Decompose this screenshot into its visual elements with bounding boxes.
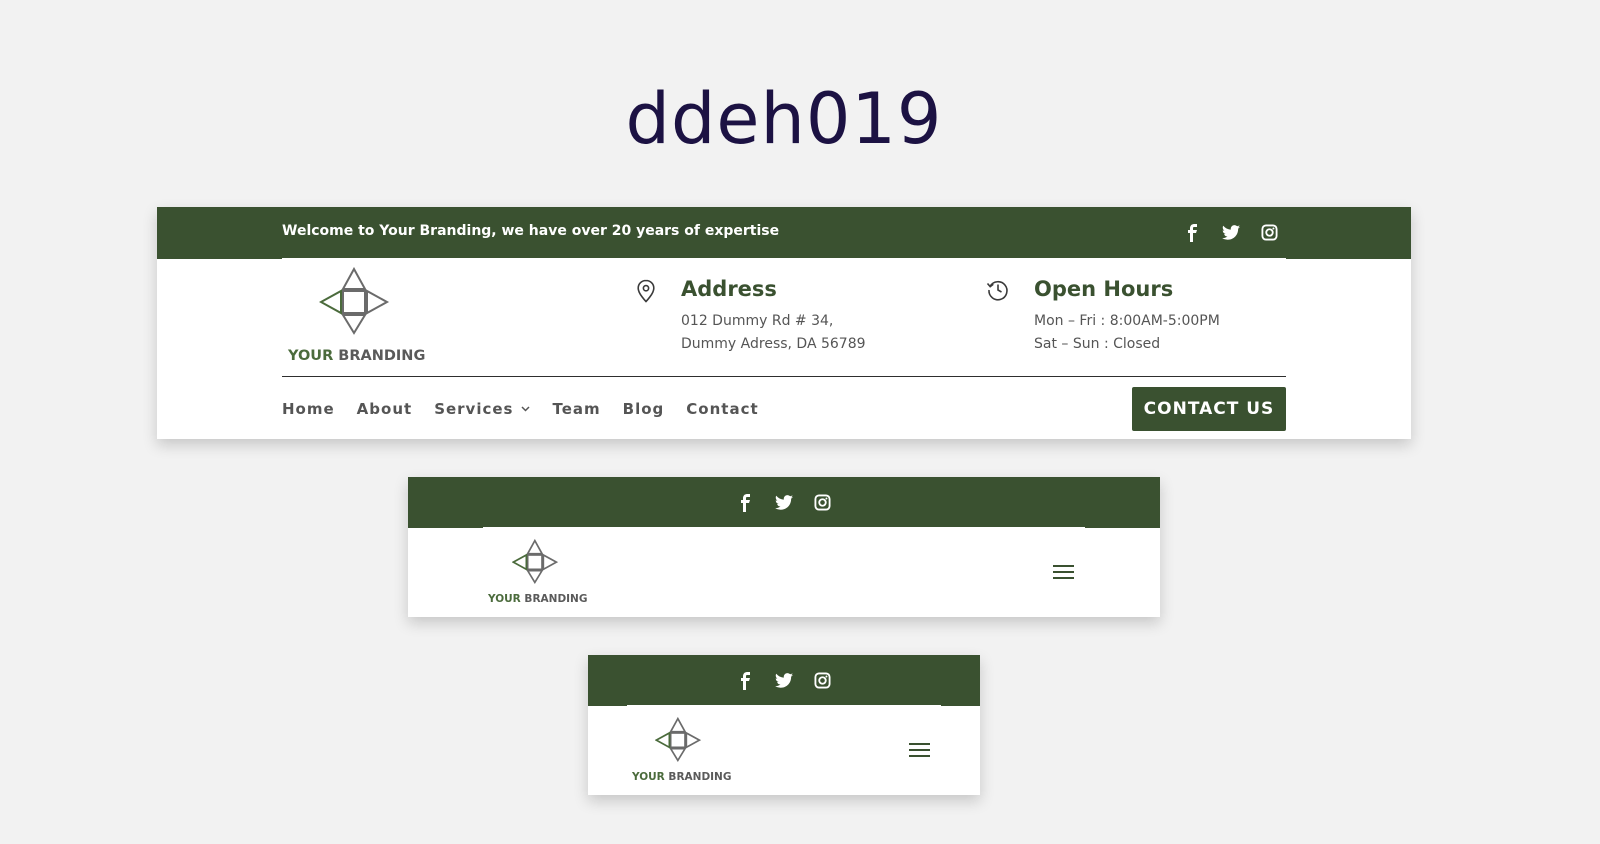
map-pin-icon (636, 279, 656, 307)
tablet-topbar (408, 477, 1160, 528)
brand-logo[interactable] (319, 267, 391, 335)
hamburger-menu-icon[interactable] (1053, 564, 1074, 584)
topbar-content-edge (282, 258, 1286, 259)
mobile-topbar-content-edge (627, 705, 941, 706)
mobile-social-links (734, 670, 833, 691)
desktop-topbar: Welcome to Your Branding, we have over 2… (157, 207, 1411, 259)
nav-item-services[interactable]: Services (434, 400, 531, 418)
logo-mark-icon (512, 538, 559, 585)
topbar-welcome-text: Welcome to Your Branding, we have over 2… (282, 223, 780, 239)
hours-title: Open Hours (1034, 277, 1174, 301)
nav-item-services-label: Services (434, 400, 514, 418)
chevron-down-icon (521, 406, 531, 412)
nav-item-team[interactable]: Team (552, 400, 600, 418)
logo-text-accent: YOUR (632, 771, 665, 783)
clock-history-icon (986, 278, 1010, 306)
tablet-topbar-content-edge (483, 527, 1085, 528)
twitter-icon[interactable] (773, 492, 794, 513)
logo-text-rest: BRANDING (664, 771, 732, 783)
hours-line-1: Mon – Fri : 8:00AM-5:00PM (1034, 313, 1220, 329)
nav-item-about[interactable]: About (357, 400, 413, 418)
logo-text-accent: YOUR (488, 593, 521, 605)
address-line-2: Dummy Adress, DA 56789 (681, 336, 866, 352)
tablet-brand-logo-text: YOUR BRANDING (488, 593, 587, 605)
header-divider (282, 376, 1286, 377)
mobile-brand-logo[interactable] (655, 716, 702, 763)
instagram-icon[interactable] (1259, 222, 1280, 243)
address-line-1: 012 Dummy Rd # 34, (681, 313, 834, 329)
logo-text-rest: BRANDING (333, 348, 426, 364)
page-title: ddeh019 (625, 78, 943, 160)
brand-logo-text: YOUR BRANDING (288, 348, 425, 364)
twitter-icon[interactable] (773, 670, 794, 691)
contact-us-button[interactable]: CONTACT US (1132, 387, 1286, 431)
nav-item-blog[interactable]: Blog (623, 400, 665, 418)
logo-mark-icon (319, 267, 390, 335)
tablet-social-links (734, 492, 833, 513)
desktop-header-preview: Welcome to Your Branding, we have over 2… (157, 207, 1411, 439)
logo-text-accent: YOUR (288, 348, 334, 364)
mobile-brand-logo-text: YOUR BRANDING (632, 771, 731, 783)
facebook-icon[interactable] (734, 492, 755, 513)
instagram-icon[interactable] (812, 492, 833, 513)
hours-line-2: Sat – Sun : Closed (1034, 336, 1161, 352)
instagram-icon[interactable] (812, 670, 833, 691)
logo-mark-icon (655, 716, 702, 763)
twitter-icon[interactable] (1220, 222, 1241, 243)
tablet-brand-logo[interactable] (512, 538, 559, 585)
facebook-icon[interactable] (1181, 222, 1202, 243)
logo-text-rest: BRANDING (520, 593, 588, 605)
nav-item-home[interactable]: Home (282, 400, 335, 418)
main-nav: Home About Services Team Blog Contact (282, 400, 781, 418)
address-title: Address (681, 277, 777, 301)
social-links (1181, 222, 1280, 243)
tablet-header-preview: YOUR BRANDING (408, 477, 1160, 617)
hamburger-menu-icon[interactable] (909, 742, 930, 762)
nav-item-contact[interactable]: Contact (686, 400, 758, 418)
facebook-icon[interactable] (734, 670, 755, 691)
mobile-topbar (588, 655, 980, 706)
mobile-header-preview: YOUR BRANDING (588, 655, 980, 795)
